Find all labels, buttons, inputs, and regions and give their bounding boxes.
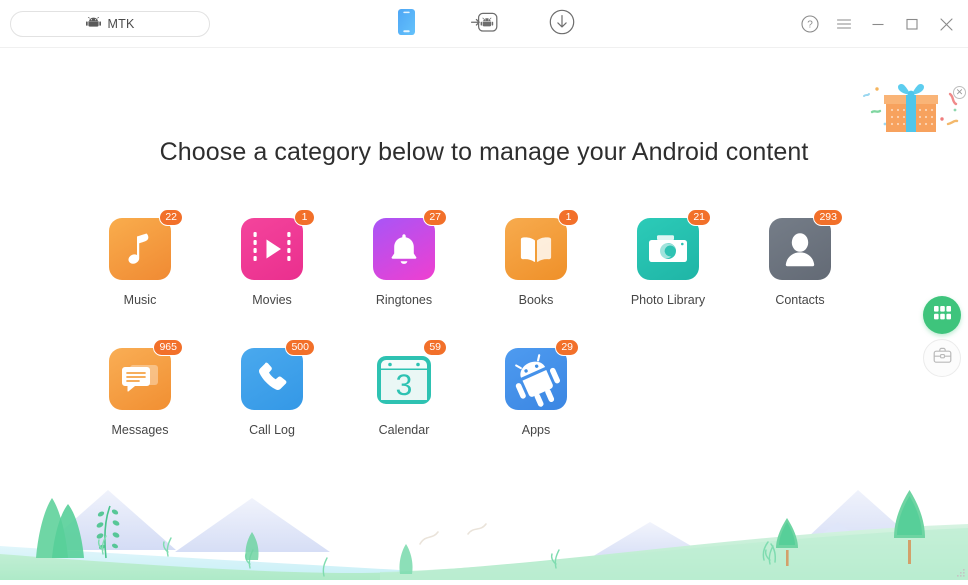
category-messages[interactable]: 965 Messages [74, 339, 206, 437]
badge-count: 1 [294, 209, 315, 226]
category-label: Photo Library [630, 293, 706, 307]
phone-icon [397, 8, 416, 41]
android-transfer-tab[interactable] [467, 7, 501, 41]
download-tab[interactable] [545, 7, 579, 41]
category-label: Messages [111, 423, 169, 437]
category-call-log[interactable]: 500 Call Log [206, 339, 338, 437]
camera-icon [637, 218, 699, 280]
download-circle-icon [549, 9, 575, 40]
device-selector-label: MTK [107, 17, 135, 31]
apps-grid-button[interactable] [923, 296, 961, 334]
gift-promo[interactable]: ✕ [858, 72, 968, 142]
category-music[interactable]: 22 Music [74, 209, 206, 307]
category-label: Call Log [249, 423, 295, 437]
category-apps[interactable]: 29 Apps [470, 339, 602, 437]
landscape-illustration [0, 450, 968, 580]
category-calendar[interactable]: 3 59 Calendar [338, 339, 470, 437]
phone-handset-icon [241, 348, 303, 410]
android-transfer-icon [470, 10, 498, 39]
minimize-button[interactable] [868, 14, 888, 34]
calendar-icon: 3 [373, 348, 435, 410]
promo-close-button[interactable]: ✕ [953, 86, 966, 99]
badge-count: 29 [555, 339, 579, 356]
menu-button[interactable] [834, 14, 854, 34]
category-books[interactable]: 1 Books [470, 209, 602, 307]
category-label: Ringtones [375, 293, 433, 307]
resize-grip[interactable] [956, 568, 966, 578]
category-label: Contacts [775, 293, 825, 307]
device-selector[interactable]: MTK [10, 11, 210, 37]
help-button[interactable]: ? [800, 14, 820, 34]
category-grid: 22 Music 1 Movies 27 Ringtones 1 Books 2… [74, 209, 894, 437]
svg-text:?: ? [807, 20, 813, 31]
phone-device-tab[interactable] [389, 7, 423, 41]
person-icon [769, 218, 831, 280]
category-ringtones[interactable]: 27 Ringtones [338, 209, 470, 307]
category-contacts[interactable]: 293 Contacts [734, 209, 866, 307]
maximize-button[interactable] [902, 14, 922, 34]
category-photo-library[interactable]: 21 Photo Library [602, 209, 734, 307]
grid-icon [933, 305, 951, 325]
category-movies[interactable]: 1 Movies [206, 209, 338, 307]
window-controls: ? [800, 0, 956, 48]
badge-count: 21 [687, 209, 711, 226]
category-label: Apps [521, 423, 551, 437]
category-label: Music [123, 293, 157, 307]
message-bubble-icon [109, 348, 171, 410]
badge-count: 293 [813, 209, 843, 226]
android-robot-icon [505, 348, 567, 410]
page-title: Choose a category below to manage your A… [159, 138, 809, 166]
film-play-icon [241, 218, 303, 280]
title-bar: MTK ? [0, 0, 968, 48]
category-label: Books [518, 293, 554, 307]
badge-count: 500 [285, 339, 315, 356]
badge-count: 965 [153, 339, 183, 356]
close-button[interactable] [936, 14, 956, 34]
toolbox-icon [933, 347, 952, 369]
toolbox-button[interactable] [923, 339, 961, 377]
category-label: Movies [252, 293, 292, 307]
badge-count: 59 [423, 339, 447, 356]
calendar-day-number: 3 [396, 369, 413, 402]
badge-count: 27 [423, 209, 447, 226]
badge-count: 1 [558, 209, 579, 226]
category-label: Calendar [378, 423, 430, 437]
music-note-icon [109, 218, 171, 280]
bell-icon [373, 218, 435, 280]
category-row: 22 Music 1 Movies 27 Ringtones 1 Books 2… [74, 209, 894, 307]
category-row: 965 Messages 500 Call Log 3 59 Calendar … [74, 339, 894, 437]
right-rail [923, 296, 961, 377]
open-book-icon [505, 218, 567, 280]
badge-count: 22 [159, 209, 183, 226]
android-head-icon [85, 15, 101, 33]
gift-box-icon [863, 83, 959, 132]
